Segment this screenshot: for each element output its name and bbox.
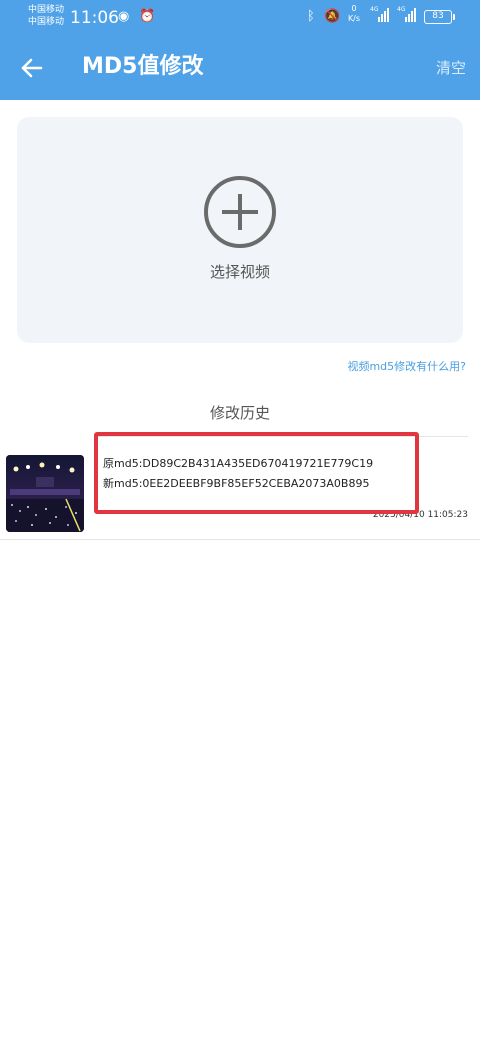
signal-icon-1: 4G: [370, 6, 396, 24]
add-circle-icon: [204, 176, 276, 248]
select-video-label: 选择视频: [209, 263, 270, 281]
net-speed: 0 K/s: [347, 4, 361, 23]
status-bar: 中国移动 中国移动 11:06 ◉ ⏰ ᛒ 🔕 0 K/s 4G 4G 83: [0, 0, 480, 36]
battery-icon: 83: [424, 10, 452, 24]
video-thumbnail: [6, 455, 84, 532]
highlight-box: [94, 432, 419, 514]
eye-icon: ◉: [118, 9, 130, 24]
select-video-button[interactable]: 选择视频: [17, 117, 463, 343]
app-screen: 中国移动 中国移动 11:06 ◉ ⏰ ᛒ 🔕 0 K/s 4G 4G 83 M…: [0, 0, 480, 1040]
back-arrow-icon[interactable]: [18, 54, 46, 82]
battery-tip: [453, 14, 455, 20]
md5-help-link[interactable]: 视频md5修改有什么用?: [347, 359, 466, 375]
signal-icon-2: 4G: [397, 6, 423, 24]
carrier-labels: 中国移动 中国移动: [28, 4, 64, 28]
carrier-2: 中国移动: [28, 17, 65, 27]
mute-bell-icon: 🔕: [324, 9, 341, 24]
status-time: 11:06: [70, 8, 119, 28]
carrier-1: 中国移动: [28, 5, 65, 15]
history-title: 修改历史: [209, 404, 270, 422]
page-title: MD5值修改: [82, 54, 204, 79]
app-header: 中国移动 中国移动 11:06 ◉ ⏰ ᛒ 🔕 0 K/s 4G 4G 83 M…: [0, 0, 480, 100]
alarm-icon: ⏰: [139, 9, 156, 24]
bluetooth-icon: ᛒ: [307, 9, 315, 24]
clear-button[interactable]: 清空: [436, 57, 466, 79]
